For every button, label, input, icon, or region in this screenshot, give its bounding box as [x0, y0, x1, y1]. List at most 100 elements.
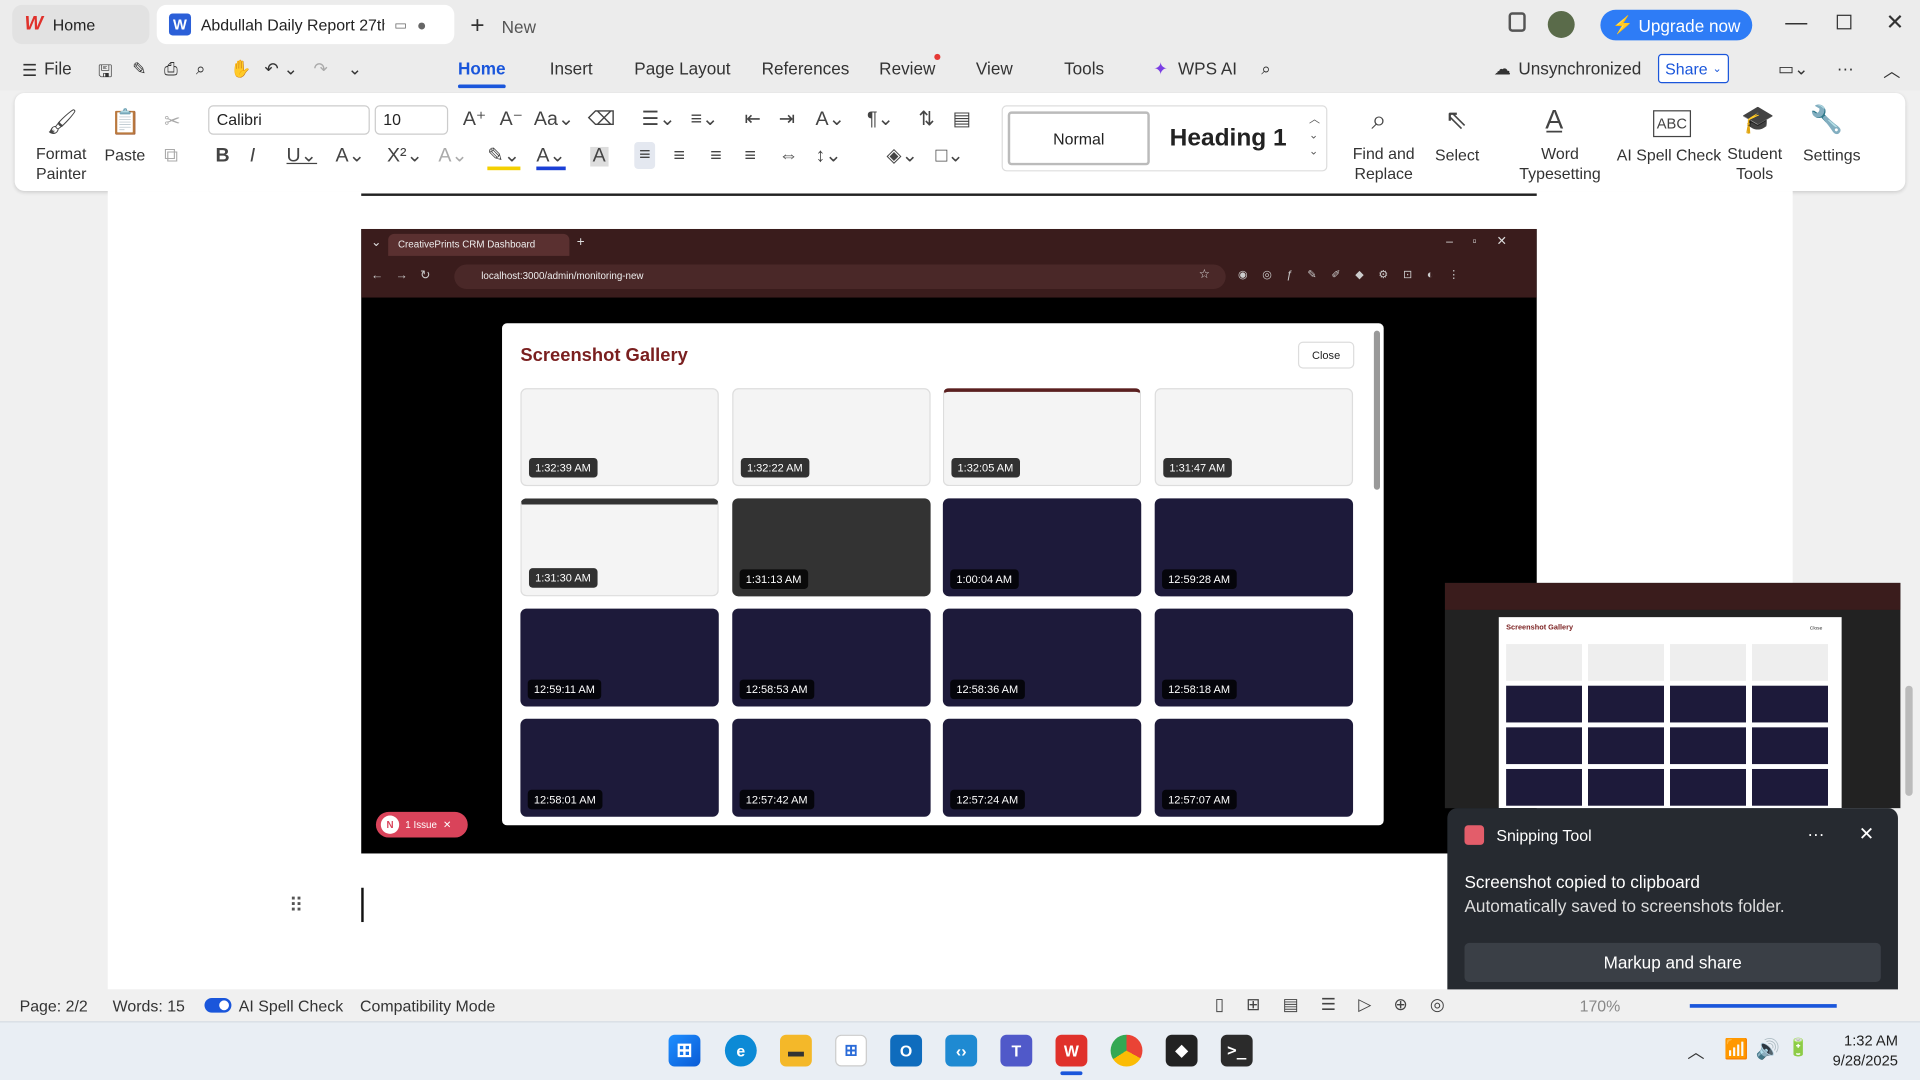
clock-time[interactable]: 1:32 AM — [1834, 1032, 1898, 1049]
align-left-icon[interactable]: ≡ — [634, 142, 656, 169]
print-preview-icon[interactable]: ⌕ — [196, 59, 206, 80]
minimize-icon[interactable]: — — [1785, 10, 1807, 36]
tab-home[interactable]: W Home — [12, 4, 150, 45]
spell-check-label[interactable]: AI Spell Check — [239, 997, 343, 1015]
wps-taskbar-icon[interactable]: W — [1055, 1034, 1088, 1067]
snip-preview-thumbnail[interactable]: Screenshot Gallery Close — [1444, 582, 1901, 809]
wifi-icon[interactable]: 📶 — [1724, 1037, 1748, 1061]
window-mode-icon[interactable] — [1508, 12, 1526, 32]
embedded-screenshot[interactable]: ⌄ CreativePrints CRM Dashboard + –▫✕ ←→↻… — [361, 228, 1537, 854]
outlook-icon[interactable]: O — [890, 1034, 923, 1067]
menu-review[interactable]: Review — [879, 59, 935, 79]
restore-icon[interactable] — [1836, 14, 1852, 30]
word-count[interactable]: Words: 15 — [113, 997, 185, 1015]
justify-icon[interactable]: ≡ — [744, 146, 755, 167]
document-scrollbar[interactable] — [1902, 196, 1917, 989]
highlight-icon[interactable]: ✎⌄ — [487, 146, 521, 171]
file-explorer-icon[interactable]: ▬ — [780, 1034, 812, 1067]
zoom-level[interactable]: 170% — [1580, 997, 1621, 1015]
bullet-list-icon[interactable]: ☰⌄ — [642, 110, 676, 130]
menu-page-layout[interactable]: Page Layout — [634, 59, 730, 79]
terminal-icon[interactable]: >_ — [1220, 1034, 1253, 1067]
style-heading-1[interactable]: Heading 1 — [1157, 111, 1299, 165]
settings-button[interactable]: Settings — [1793, 146, 1871, 166]
student-tools-button[interactable]: Student Tools — [1724, 144, 1785, 183]
line-spacing-icon[interactable]: ↕⌄ — [816, 146, 842, 167]
zoom-slider[interactable] — [1689, 1004, 1837, 1008]
text-direction-icon[interactable]: A⌄ — [816, 110, 845, 130]
toast-more-icon[interactable]: ··· — [1807, 824, 1824, 844]
windows-start-icon[interactable]: ⊞ — [668, 1034, 701, 1067]
layout-icon[interactable]: ▭⌄ — [1778, 59, 1809, 80]
distributed-icon[interactable]: ⇔ — [779, 146, 799, 167]
volume-icon[interactable]: 🔊 — [1756, 1037, 1780, 1061]
teams-icon[interactable]: T — [1000, 1034, 1033, 1067]
sync-status[interactable]: Unsynchronized — [1518, 59, 1641, 79]
drag-handle-icon[interactable]: ⠿ — [289, 894, 303, 918]
table-borders-icon[interactable]: ▤ — [953, 110, 972, 130]
unsaved-dot-icon[interactable]: ● — [417, 15, 427, 33]
shading-icon[interactable]: ◈⌄ — [887, 146, 918, 167]
ai-spell-check-button[interactable]: AI Spell Check — [1616, 146, 1721, 166]
font-name-select[interactable]: Calibri — [208, 105, 370, 135]
share-button[interactable]: Share ⌄ — [1657, 53, 1729, 84]
change-case-icon[interactable]: Aa⌄ — [534, 110, 574, 130]
undo-icon[interactable]: ↶ ⌄ — [264, 59, 298, 80]
menu-tools[interactable]: Tools — [1064, 59, 1104, 79]
find-replace-button[interactable]: Find and Replace — [1347, 144, 1420, 183]
scrollbar-thumb[interactable] — [1905, 685, 1913, 796]
decrease-indent-icon[interactable]: ⇤ — [744, 110, 760, 130]
view-mode-icons[interactable]: ▯⊞▤☰▷⊕◎ — [1215, 994, 1467, 1015]
copy-icon[interactable]: ⧉ — [164, 146, 178, 167]
align-center-icon[interactable]: ≡ — [673, 146, 684, 167]
redo-icon[interactable]: ↷ — [313, 59, 327, 80]
menu-file[interactable]: File — [44, 59, 72, 79]
hand-icon[interactable]: ✋ — [230, 59, 251, 80]
search-icon[interactable]: ⌕ — [1261, 59, 1271, 80]
paragraph-mark-icon[interactable]: ¶⌄ — [867, 110, 894, 130]
avatar[interactable] — [1547, 11, 1575, 38]
numbered-list-icon[interactable]: ≡⌄ — [691, 110, 719, 130]
align-right-icon[interactable]: ≡ — [710, 146, 721, 167]
font-size-select[interactable]: 10 — [374, 105, 449, 135]
save-icon[interactable]: 🖫 — [98, 59, 113, 88]
strikethrough-icon[interactable]: A⌄ — [336, 146, 365, 167]
show-hidden-icons[interactable]: ︿ — [1687, 1040, 1704, 1064]
hamburger-icon[interactable]: ☰ — [22, 60, 37, 81]
collapse-ribbon-icon[interactable]: ︿ — [1883, 59, 1900, 83]
spell-check-toggle[interactable] — [204, 997, 232, 1013]
menu-view[interactable]: View — [976, 59, 1013, 79]
underline-icon[interactable]: U⌄ — [287, 146, 318, 167]
clear-format-icon[interactable]: ⌫ — [588, 110, 616, 130]
clock-date[interactable]: 9/28/2025 — [1820, 1052, 1898, 1069]
italic-icon[interactable]: I — [250, 146, 255, 167]
text-effect-icon[interactable]: A⌄ — [438, 146, 467, 167]
menu-wps-ai[interactable]: WPS AI — [1178, 59, 1237, 79]
store-icon[interactable]: ⊞ — [835, 1034, 867, 1067]
decrease-font-icon[interactable]: A⁻ — [500, 110, 523, 130]
increase-indent-icon[interactable]: ⇥ — [779, 110, 795, 130]
cut-icon[interactable]: ✂ — [164, 112, 180, 133]
character-shading-icon[interactable]: A — [590, 146, 609, 167]
paste-button[interactable]: Paste — [98, 146, 152, 166]
increase-font-icon[interactable]: A⁺ — [463, 110, 486, 130]
style-normal[interactable]: Normal — [1007, 111, 1150, 166]
print-icon[interactable]: ⎙ — [164, 59, 178, 80]
sort-icon[interactable]: ⇅ — [918, 110, 934, 130]
menu-references[interactable]: References — [762, 59, 850, 79]
font-color-icon[interactable]: A⌄ — [536, 146, 566, 171]
borders-icon[interactable]: □⌄ — [936, 146, 964, 167]
more-icon[interactable]: ··· — [1837, 59, 1854, 79]
new-tab-button[interactable]: + New — [470, 12, 536, 40]
tab-document[interactable]: W Abdullah Daily Report 27th S ▭ ● — [156, 4, 455, 45]
markup-and-share-button[interactable]: Markup and share — [1464, 942, 1881, 983]
format-painter-button[interactable]: Format Painter — [34, 144, 88, 183]
more-quick-access-icon[interactable]: ⌄ — [348, 59, 362, 80]
edge-icon[interactable]: e — [724, 1034, 757, 1067]
superscript-icon[interactable]: X²⌄ — [387, 146, 423, 167]
word-typesetting-button[interactable]: Word Typesetting — [1518, 144, 1601, 183]
style-scroll-icon[interactable]: ︿ ⌄ ⌄ — [1309, 111, 1320, 159]
app-icon[interactable]: ◆ — [1165, 1034, 1198, 1067]
battery-icon[interactable]: 🔋 — [1788, 1037, 1809, 1058]
select-button[interactable]: Select — [1425, 146, 1489, 166]
